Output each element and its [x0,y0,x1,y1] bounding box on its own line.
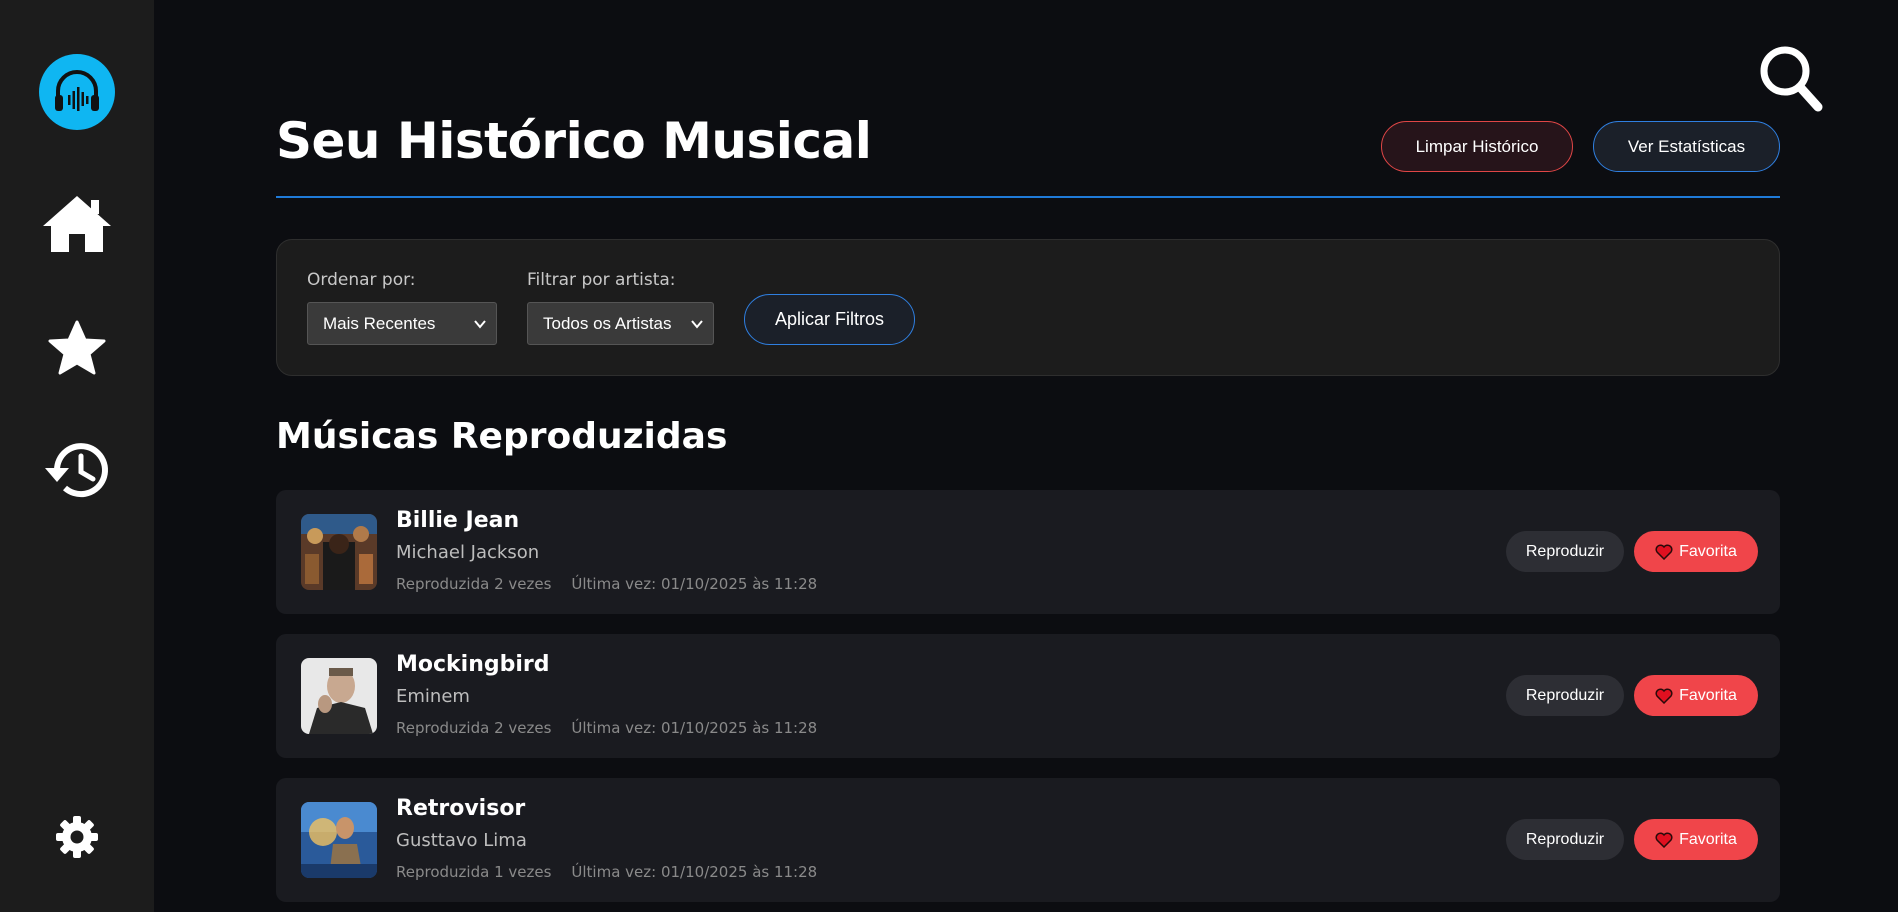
favorite-button[interactable]: Favorita [1634,531,1758,572]
last-played: Última vez: 01/10/2025 às 11:28 [571,719,818,737]
song-artist: Michael Jackson [396,542,540,563]
section-title: Músicas Reproduzidas [276,416,728,457]
play-count: Reproduzida 1 vezes [396,863,552,881]
star-icon[interactable] [41,316,113,380]
play-button[interactable]: Reproduzir [1506,675,1624,716]
gear-icon[interactable] [52,812,102,862]
favorite-button[interactable]: Favorita [1634,819,1758,860]
album-cover [301,658,377,734]
album-cover [301,514,377,590]
order-select[interactable]: Mais Recentes [307,302,497,345]
artist-select[interactable]: Todos os Artistas [527,302,714,345]
song-card: Retrovisor Gusttavo Lima Reproduzida 1 v… [276,778,1780,902]
history-icon[interactable] [41,438,113,502]
order-label: Ordenar por: [307,270,416,290]
favorite-label: Favorita [1679,686,1737,704]
play-button[interactable]: Reproduzir [1506,819,1624,860]
view-stats-button[interactable]: Ver Estatísticas [1593,121,1780,172]
home-icon[interactable] [41,192,113,256]
headphones-icon[interactable] [39,54,115,130]
song-title: Mockingbird [396,652,550,677]
song-card: Billie Jean Michael Jackson Reproduzida … [276,490,1780,614]
chevron-down-icon [691,320,703,329]
song-card: Mockingbird Eminem Reproduzida 2 vezes Ú… [276,634,1780,758]
song-meta: Reproduzida 1 vezes Última vez: 01/10/20… [396,863,817,881]
artist-select-value: Todos os Artistas [543,313,672,333]
order-select-value: Mais Recentes [323,313,436,333]
song-meta: Reproduzida 2 vezes Última vez: 01/10/20… [396,575,817,593]
song-title: Retrovisor [396,796,526,821]
heart-icon [1655,832,1673,848]
song-artist: Gusttavo Lima [396,830,527,851]
play-count: Reproduzida 2 vezes [396,719,552,737]
album-cover [301,802,377,878]
song-meta: Reproduzida 2 vezes Última vez: 01/10/20… [396,719,817,737]
page-title: Seu Histórico Musical [276,112,872,170]
favorite-label: Favorita [1679,542,1737,560]
heart-icon [1655,688,1673,704]
title-divider [276,196,1780,198]
sidebar [0,0,154,912]
search-icon[interactable] [1758,44,1824,114]
chevron-down-icon [474,320,486,329]
artist-label: Filtrar por artista: [527,270,676,290]
filter-panel: Ordenar por: Mais Recentes Filtrar por a… [276,239,1780,376]
last-played: Última vez: 01/10/2025 às 11:28 [571,863,818,881]
song-artist: Eminem [396,686,470,707]
play-count: Reproduzida 2 vezes [396,575,552,593]
last-played: Última vez: 01/10/2025 às 11:28 [571,575,818,593]
song-title: Billie Jean [396,508,520,533]
favorite-label: Favorita [1679,830,1737,848]
play-button[interactable]: Reproduzir [1506,531,1624,572]
clear-history-button[interactable]: Limpar Histórico [1381,121,1573,172]
heart-icon [1655,544,1673,560]
favorite-button[interactable]: Favorita [1634,675,1758,716]
apply-filters-button[interactable]: Aplicar Filtros [744,294,915,345]
